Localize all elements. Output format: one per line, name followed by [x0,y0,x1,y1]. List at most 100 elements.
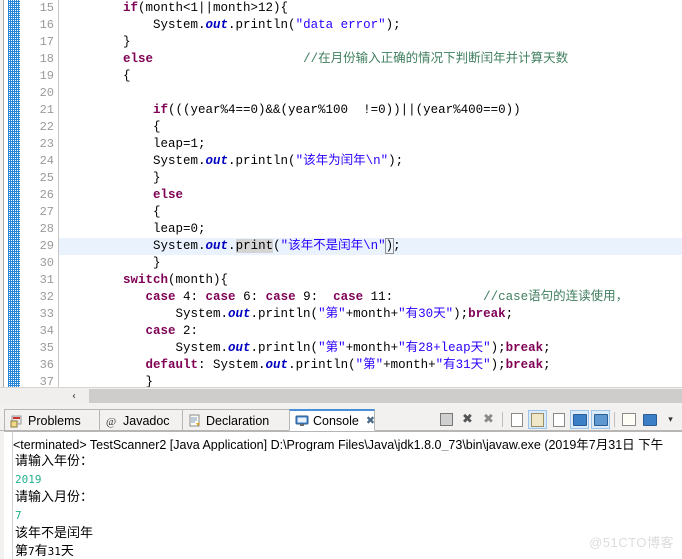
code-line-text: leap=0; [63,222,206,236]
code-line-text: System.out.print("该年不是闰年\n"); [63,238,401,254]
tab-label: Console [313,413,359,428]
tab-close-icon[interactable]: ✖ [366,414,375,427]
code-line-text: System.out.println("data error"); [63,18,401,32]
tab-problems[interactable]: Problems [4,409,100,431]
watermark-label: @51CTO博客 [589,535,674,550]
toolbar-separator-2 [614,412,615,427]
line-number: 33 [39,307,54,321]
line-number: 18 [39,52,54,66]
terminate-button[interactable] [437,410,456,429]
line-number: 36 [39,358,54,372]
open-console-menu-button[interactable]: ▾ [661,410,680,429]
code-line[interactable]: System.out.println("该年为闰年\n"); [59,153,682,170]
code-line[interactable]: } [59,170,682,187]
code-line[interactable]: } [59,374,682,387]
code-line[interactable]: System.out.print("该年不是闰年\n"); [59,238,682,255]
console-toolbar[interactable]: ✖ ✖ ▾ [437,409,680,430]
code-line-text: if(((year%4==0)&&(year%100 !=0))||(year%… [153,103,521,117]
code-line[interactable]: } [59,255,682,272]
code-line-text: switch(month){ [123,273,229,287]
scrollbar-thumb[interactable] [89,389,682,403]
console-view[interactable]: <terminated> TestScanner2 [Java Applicat… [4,431,682,559]
console-output: 请输入年份： 2019 请输入月份： 7 该年不是闰年 第7有31天 [15,453,682,559]
code-line-text: } [63,35,131,49]
code-line-text: { [63,120,161,134]
code-line[interactable]: System.out.println("data error"); [59,17,682,34]
code-line[interactable]: leap=0; [59,221,682,238]
code-line[interactable]: case 4: case 6: case 9: case 11: //case语… [59,289,682,306]
bottom-panel: Problems @ Javadoc Declaration Console ✖ ✖ ✖ … [0,408,682,559]
code-line[interactable] [59,85,682,102]
line-number: 20 [39,86,54,100]
line-number: 27 [39,205,54,219]
code-line-text: else //在月份输入正确的情况下判断闰年并计算天数 [123,52,569,66]
line-number: 29 [39,239,54,253]
tab-label: Problems [28,413,81,428]
tab-label: Declaration [206,413,270,428]
editor-scroll-corner [0,387,59,404]
code-line[interactable]: if(month<1||month>12){ [59,0,682,17]
line-number: 21 [39,103,54,117]
code-line[interactable]: System.out.println("第"+month+"有30天");bre… [59,306,682,323]
line-number: 31 [39,273,54,287]
show-console-on-output-button[interactable] [570,410,589,429]
console-monitor-icon [295,414,309,428]
code-line[interactable]: case 2: [59,323,682,340]
code-line-text: } [63,256,161,270]
code-line[interactable]: switch(month){ [59,272,682,289]
code-line[interactable]: { [59,119,682,136]
display-selected-console-button[interactable] [640,410,659,429]
eclipse-window: 15 16 17 18 19 20 21 22 23 24 25 26 27 28 29 30 31 32 33 34… [0,0,682,559]
line-number: 35 [39,341,54,355]
word-wrap-button[interactable] [549,410,568,429]
scroll-left-arrow-icon[interactable]: ‹ [59,388,89,404]
code-line-text: { [63,69,131,83]
code-line-text: System.out.println("第"+month+"有30天");bre… [63,307,514,321]
editor-horizontal-scrollbar[interactable]: ‹ [59,387,682,404]
code-line-text: { [63,205,161,219]
code-line[interactable]: { [59,68,682,85]
console-output-line: 请输入月份： [15,490,94,505]
console-input-line: 7 [15,509,22,522]
code-line[interactable]: } [59,34,682,51]
code-line-text: } [63,171,161,185]
code-line[interactable]: else [59,187,682,204]
code-line[interactable]: leap=1; [59,136,682,153]
remove-launch-button[interactable]: ✖ [458,410,477,429]
code-line[interactable]: if(((year%4==0)&&(year%100 !=0))||(year%… [59,102,682,119]
annotation-ruler[interactable] [8,0,20,387]
pin-console-button[interactable] [619,410,638,429]
code-line-text: if(month<1||month>12){ [123,1,289,15]
code-line-text: System.out.println("该年为闰年\n"); [63,154,404,168]
code-line[interactable]: default: System.out.println("第"+month+"有… [59,357,682,374]
code-line-text: else [153,188,184,202]
console-input-line: 2019 [15,473,42,486]
code-line-text: case 2: [145,324,199,338]
problems-icon [10,414,24,428]
scroll-lock-button[interactable] [528,410,547,429]
line-number: 32 [39,290,54,304]
code-line[interactable]: else //在月份输入正确的情况下判断闰年并计算天数 [59,51,682,68]
console-output-line: 请输入年份： [15,454,94,469]
clear-console-button[interactable] [507,410,526,429]
line-number: 19 [39,69,54,83]
code-text-area[interactable]: if(month<1||month>12){ System.out.printl… [59,0,682,387]
tab-javadoc[interactable]: @ Javadoc [99,409,183,431]
code-editor[interactable]: 15 16 17 18 19 20 21 22 23 24 25 26 27 28 29 30 31 32 33 34… [0,0,682,404]
remove-all-terminated-button[interactable]: ✖ [479,410,498,429]
line-number-gutter: 15 16 17 18 19 20 21 22 23 24 25 26 27 28 29 30 31 32 33 34… [20,0,59,389]
show-console-on-error-button[interactable] [591,410,610,429]
code-line[interactable]: { [59,204,682,221]
line-number: 24 [39,154,54,168]
console-output-line: 第7有31天 [15,544,74,559]
code-line[interactable]: System.out.println("第"+month+"有28+leap天"… [59,340,682,357]
code-line-text: leap=1; [63,137,206,151]
line-number: 23 [39,137,54,151]
tab-declaration[interactable]: Declaration [182,409,290,431]
code-line-text: case 4: case 6: case 9: case 11: //case语… [145,290,629,304]
tab-label: Javadoc [123,413,170,428]
tab-console[interactable]: Console ✖ [289,409,375,431]
editor-left-border [0,0,4,387]
line-number: 16 [39,18,54,32]
declaration-icon [188,414,202,428]
